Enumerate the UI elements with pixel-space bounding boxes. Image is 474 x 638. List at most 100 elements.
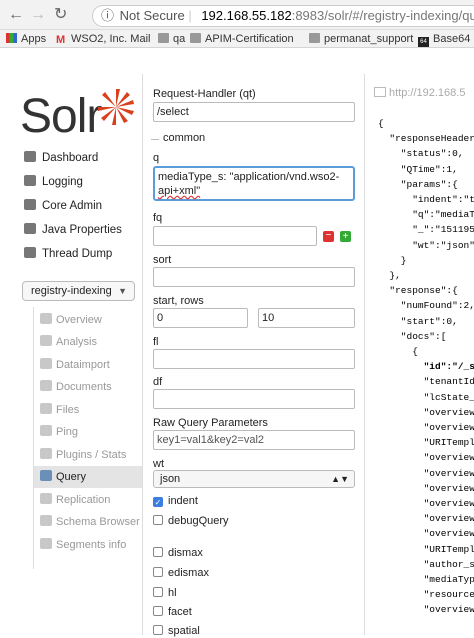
- request-handler-input[interactable]: /select: [153, 102, 355, 122]
- subnav-schema-browser[interactable]: Schema Browser: [34, 511, 143, 533]
- solr-sunburst-icon: [98, 89, 134, 125]
- result-url-link[interactable]: http://192.168.5: [374, 86, 474, 104]
- browser-toolbar: ← → ↻ ⓘ Not Secure | 192.168.55.182:8983…: [0, 0, 474, 30]
- json-response-line: "overview_: [378, 482, 474, 494]
- subnav-overview[interactable]: Overview: [34, 309, 143, 331]
- json-response-line: "start":0,: [378, 315, 458, 327]
- json-response-line: "_":"151195: [378, 224, 474, 236]
- fq-label: fq: [153, 212, 163, 224]
- forward-arrow-icon[interactable]: →: [30, 6, 46, 24]
- fl-input[interactable]: [153, 349, 355, 369]
- subnav-ping[interactable]: Ping: [34, 421, 143, 443]
- sort-input[interactable]: [153, 267, 355, 287]
- subnav-documents[interactable]: Documents: [34, 376, 143, 398]
- rows-input[interactable]: 10: [258, 308, 355, 328]
- raw-query-label: Raw Query Parameters: [153, 417, 268, 429]
- sort-label: sort: [153, 254, 172, 266]
- bookmark-apps[interactable]: Apps: [6, 32, 46, 46]
- json-response-line: "author_s": [378, 558, 474, 570]
- analysis-icon: [40, 335, 52, 346]
- subnav-segments-info[interactable]: Segments info: [34, 534, 143, 556]
- json-response-line: "overview_: [378, 604, 474, 616]
- thread-dump-icon: [24, 247, 36, 258]
- df-input[interactable]: [153, 389, 355, 409]
- dashboard-icon: [24, 151, 36, 162]
- subnav-analysis[interactable]: Analysis: [34, 331, 143, 353]
- raw-query-input[interactable]: key1=val1&key2=val2: [153, 430, 355, 450]
- json-response-line: "overview_: [378, 513, 474, 525]
- subnav-replication[interactable]: Replication: [34, 489, 143, 511]
- select-arrows-icon: ▲▼: [331, 474, 349, 484]
- bookmark-base64[interactable]: 64 Base64: [418, 32, 470, 47]
- solr-sidebar: Solr Dashboard Logging Core Admin Java P…: [0, 49, 143, 635]
- json-response-line: },: [378, 270, 401, 281]
- replication-icon: [40, 493, 52, 504]
- subnav-dataimport[interactable]: Dataimport: [34, 354, 143, 376]
- address-bar[interactable]: ⓘ Not Secure | 192.168.55.182:8983/solr/…: [92, 5, 474, 27]
- info-icon[interactable]: ⓘ: [101, 8, 114, 23]
- reload-icon[interactable]: ↻: [54, 6, 67, 24]
- start-input[interactable]: 0: [153, 308, 248, 328]
- json-response-line: "wt":"json": [378, 239, 474, 251]
- fq-input[interactable]: [153, 226, 317, 246]
- ping-icon: [40, 425, 52, 436]
- solr-logo[interactable]: Solr: [20, 81, 135, 143]
- bookmark-apim-certification[interactable]: APIM-Certification: [190, 32, 294, 46]
- nav-dashboard[interactable]: Dashboard: [24, 148, 98, 168]
- overview-icon: [40, 313, 52, 324]
- df-label: df: [153, 376, 163, 388]
- nav-java-properties[interactable]: Java Properties: [24, 220, 122, 240]
- q-value-line2: api+xml": [158, 185, 201, 197]
- bookmark-wso2-mail[interactable]: M WSO2, Inc. Mail: [56, 32, 150, 46]
- dataimport-icon: [40, 358, 52, 369]
- nav-core-admin[interactable]: Core Admin: [24, 196, 102, 216]
- json-response-line: {: [378, 118, 384, 129]
- nav-thread-dump[interactable]: Thread Dump: [24, 244, 112, 264]
- json-response-line: "URITempla: [378, 543, 474, 555]
- json-response-line: "overview_: [378, 528, 474, 540]
- fl-label: fl: [153, 336, 159, 348]
- hl-checkbox[interactable]: hl: [153, 586, 177, 600]
- bookmark-permanat-support[interactable]: permanat_support: [309, 32, 413, 46]
- subnav-files[interactable]: Files: [34, 399, 143, 421]
- json-response-line: "lcState_s: [378, 391, 474, 403]
- link-icon: [374, 87, 386, 97]
- debugquery-checkbox[interactable]: debugQuery: [153, 514, 229, 528]
- indent-checkbox[interactable]: ✓ indent: [153, 494, 198, 508]
- q-value-line1: mediaType_s: "application/vnd.wso2-: [158, 171, 340, 183]
- bookmarks-bar: Apps M WSO2, Inc. Mail qa APIM-Certificat…: [0, 30, 474, 48]
- json-response-line: "id":"/_s: [378, 361, 474, 373]
- json-response-line: "status":0,: [378, 148, 464, 160]
- apps-grid-icon: [6, 33, 17, 43]
- bookmark-qa[interactable]: qa: [158, 32, 185, 46]
- add-fq-button[interactable]: +: [340, 231, 351, 242]
- chevron-down-icon: ▼: [118, 286, 127, 296]
- json-response-line: "overview_: [378, 422, 474, 433]
- plugins-icon: [40, 448, 52, 459]
- documents-icon: [40, 380, 52, 391]
- subnav-query[interactable]: Query: [34, 466, 143, 488]
- dismax-checkbox[interactable]: dismax: [153, 546, 203, 560]
- json-response-line: "params":{: [378, 178, 458, 190]
- json-response-line: "QTime":1,: [378, 163, 458, 175]
- remove-fq-button[interactable]: −: [323, 231, 334, 242]
- q-input[interactable]: mediaType_s: "application/vnd.wso2- api+…: [153, 166, 355, 201]
- logging-icon: [24, 175, 36, 186]
- common-section-header: common: [143, 132, 366, 146]
- subnav-plugins-stats[interactable]: Plugins / Stats: [34, 444, 143, 466]
- nav-logging[interactable]: Logging: [24, 172, 83, 192]
- gmail-icon: M: [56, 34, 66, 46]
- back-arrow-icon[interactable]: ←: [8, 6, 24, 24]
- edismax-checkbox[interactable]: edismax: [153, 566, 209, 580]
- query-magnifier-icon: [40, 470, 52, 481]
- java-properties-icon: [24, 223, 36, 234]
- json-response-line: "response":{: [378, 285, 458, 297]
- spatial-checkbox[interactable]: spatial: [153, 624, 200, 638]
- wt-select[interactable]: json ▲▼: [153, 470, 355, 488]
- json-response-line: "docs":[: [378, 330, 447, 342]
- json-response-line: "overview_: [378, 452, 474, 464]
- core-selector[interactable]: registry-indexing ▼: [22, 281, 135, 301]
- facet-checkbox[interactable]: facet: [153, 605, 192, 619]
- query-form: Request-Handler (qt) /select common q me…: [142, 74, 366, 638]
- json-response-line: "overview_: [378, 467, 474, 479]
